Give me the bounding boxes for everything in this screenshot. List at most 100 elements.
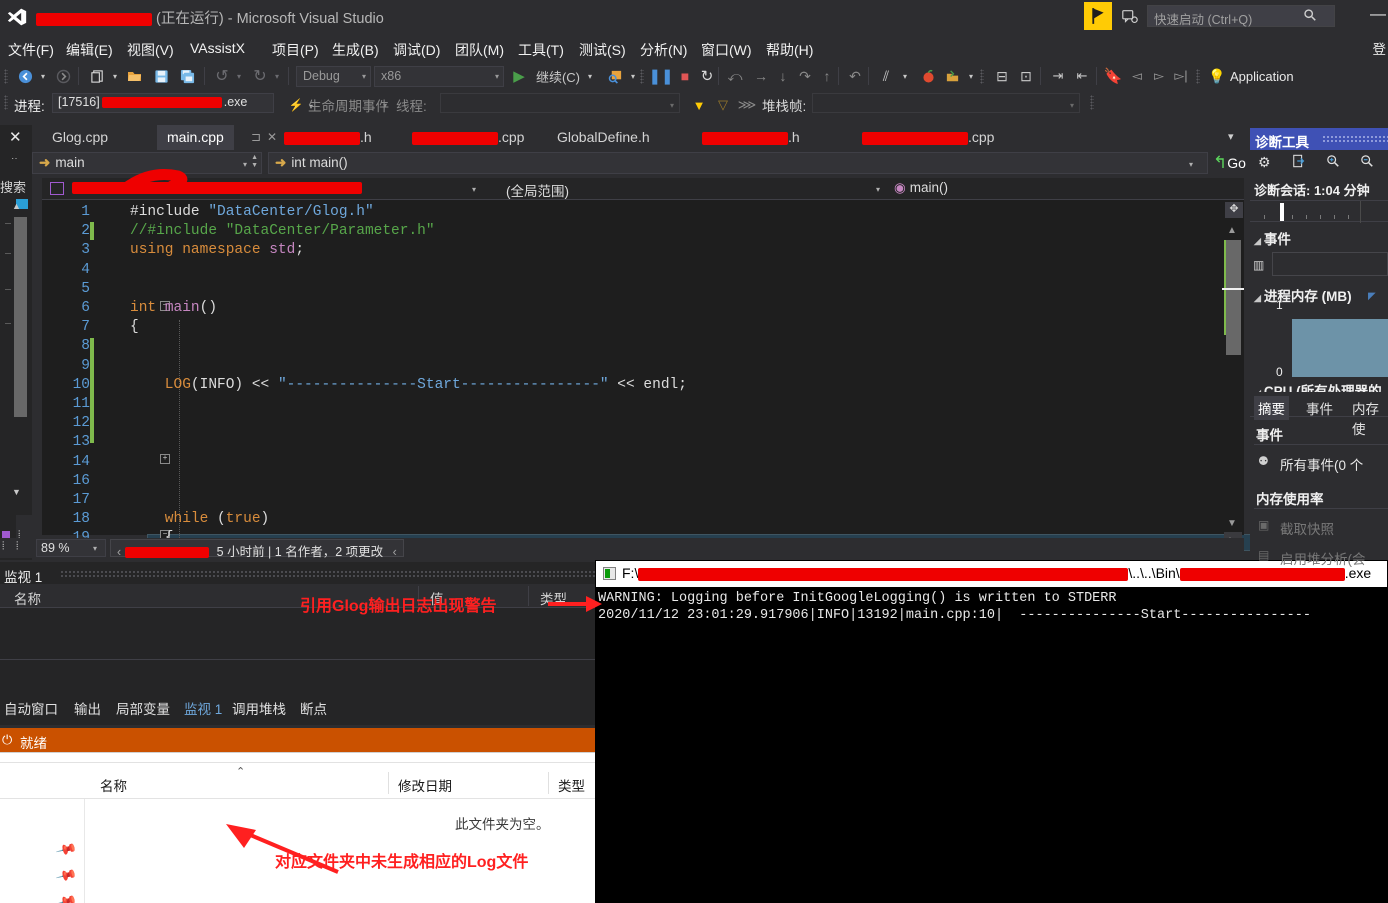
codelens-next-icon[interactable]: ‹ [393, 545, 397, 559]
debug-tab-0[interactable]: 自动窗口 [0, 697, 62, 719]
menu-item-1[interactable]: 编辑(E) [62, 38, 117, 62]
rail-scrollbar-thumb[interactable] [14, 217, 27, 417]
pin-icon[interactable]: 📌 [55, 890, 79, 903]
document-tab-4[interactable]: GlobalDefine.h [547, 125, 660, 150]
minimize-button[interactable]: — [1370, 10, 1386, 20]
menu-item-2[interactable]: 视图(V) [123, 38, 178, 62]
continue-dropdown-icon[interactable]: ▾ [585, 65, 595, 87]
scope-combo-right[interactable]: ➜int main() ▾ [268, 152, 1208, 174]
search-icon[interactable] [1303, 8, 1317, 25]
attach-dropdown-icon[interactable]: ▾ [628, 65, 638, 87]
code-line[interactable]: //#include "DataCenter/Parameter.h" [130, 223, 435, 239]
chevron-down-icon[interactable]: ▾ [876, 185, 880, 194]
document-tab-1[interactable]: main.cpp [157, 125, 234, 150]
document-tab-5[interactable]: .h [692, 125, 810, 150]
code-line[interactable]: using namespace std; [130, 242, 304, 258]
pin-tab-icon[interactable]: ⊐ [251, 130, 261, 144]
bookmark-icon[interactable]: 🔖 [1104, 65, 1122, 87]
toolbar-grip[interactable] [4, 95, 8, 110]
stop-debug-icon[interactable]: ■ [676, 65, 694, 87]
explorer-address-bar[interactable] [0, 753, 620, 763]
settings-gear-icon[interactable]: ⚙ [1258, 154, 1271, 171]
code-line[interactable]: LOG(INFO) << "---------------Start------… [130, 377, 687, 393]
menu-item-8[interactable]: 工具(T) [514, 38, 568, 62]
scroll-up-button[interactable]: ▲ [1227, 225, 1237, 236]
pin-icon[interactable]: ‥ [11, 151, 19, 162]
toolbar-grip[interactable] [4, 69, 8, 84]
chevron-down-icon[interactable]: ▾ [1070, 101, 1074, 110]
chevron-down-icon[interactable]: ▾ [93, 544, 97, 553]
menu-item-12[interactable]: 帮助(H) [762, 38, 817, 62]
console-window[interactable]: F:\\..\..\Bin\.exe WARNING: Logging befo… [595, 560, 1388, 903]
application-insights-label[interactable]: Application [1230, 65, 1350, 87]
code-line[interactable]: #include "DataCenter/Glog.h" [130, 204, 374, 220]
lightbulb-icon[interactable]: 💡 [1208, 65, 1226, 87]
toolbar-grip[interactable] [1090, 95, 1094, 110]
document-tab-6[interactable]: .cpp [852, 125, 1004, 150]
navigate-backward-icon[interactable] [14, 65, 36, 87]
scroll-down-button[interactable]: ▼ [12, 487, 28, 501]
column-divider[interactable] [388, 772, 389, 794]
save-all-icon[interactable] [176, 65, 198, 87]
explorer-column-1[interactable]: 修改日期 [398, 775, 452, 795]
step-up-icon[interactable]: ↑ [818, 65, 836, 87]
pin-icon[interactable]: 📌 [55, 864, 79, 887]
member-combo[interactable]: ◉main() [890, 179, 952, 198]
step-out-icon[interactable]: ↷ [796, 65, 814, 87]
timeline-cursor[interactable] [1280, 203, 1284, 221]
new-dropdown-icon[interactable]: ▾ [110, 65, 120, 87]
collapse-triangle-icon[interactable]: ◢ [1254, 388, 1261, 392]
attach-process-icon[interactable] [604, 65, 626, 87]
debug-tab-3[interactable]: 监视 1 [180, 697, 226, 719]
document-tab-3[interactable]: .cpp [402, 125, 534, 150]
continue-button[interactable]: 继续(C) [528, 65, 588, 87]
toggle-outlining-icon[interactable]: ⊡ [1016, 65, 1036, 87]
scroll-up-button[interactable]: ▲ [12, 201, 28, 215]
toggle-bookmark-icon[interactable]: ⊟ [992, 65, 1012, 87]
collapse-triangle-icon[interactable]: ◢ [1254, 293, 1261, 304]
debug-tab-4[interactable]: 调用堆栈 [228, 697, 290, 719]
diag-events-section-header[interactable]: ◢事件 [1254, 228, 1291, 248]
new-project-icon[interactable] [86, 65, 108, 87]
diagnostic-tab-1[interactable]: 事件 [1302, 396, 1337, 420]
chevron-down-icon[interactable]: ▾ [495, 72, 499, 81]
lifecycle-events-icon[interactable]: ⚡ [288, 94, 304, 116]
increase-indent-icon[interactable]: ⇥ [1048, 65, 1068, 87]
vassist-open-icon[interactable] [942, 65, 962, 87]
fold-expand-icon[interactable]: + [160, 454, 170, 464]
decrease-indent-icon[interactable]: ⇤ [1072, 65, 1092, 87]
debug-tab-1[interactable]: 输出 [70, 697, 105, 719]
chevron-down-icon[interactable]: ▾ [1189, 160, 1193, 169]
chevron-down-icon[interactable]: ▾ [243, 160, 247, 169]
diagnostic-item-0[interactable]: 所有事件(0 个 [1280, 454, 1363, 474]
thread-combo[interactable]: ▾ [440, 93, 680, 113]
scroll-down-button[interactable]: ▼ [1227, 518, 1237, 529]
stackframe-combo[interactable]: ▾ [812, 93, 1080, 113]
show-next-statement-icon[interactable]: ⤺ [726, 65, 744, 87]
menu-item-9[interactable]: 测试(S) [575, 38, 630, 62]
diag-cpu-section-header[interactable]: ◢CPU (所有处理器的 [1254, 380, 1388, 392]
process-combo[interactable]: [17516].exe ▾ [52, 93, 274, 113]
comment-dropdown-icon[interactable]: ▾ [900, 65, 910, 87]
diagnostic-item-2[interactable]: 启用堆分析(会 [1280, 548, 1366, 568]
document-tab-0[interactable]: Glog.cpp [42, 125, 118, 150]
save-icon[interactable] [150, 65, 172, 87]
open-file-icon[interactable] [124, 65, 146, 87]
vassist-dropdown-icon[interactable]: ▾ [966, 65, 976, 87]
diagnostic-tab-0[interactable]: 摘要 [1254, 396, 1289, 420]
menu-item-11[interactable]: 窗口(W) [697, 38, 756, 62]
explorer-column-0[interactable]: 名称 [100, 775, 127, 795]
solution-configuration-combo[interactable]: Debug▾ [296, 66, 371, 87]
diagnostic-tab-2[interactable]: 内存使 [1348, 396, 1388, 440]
prev-bookmark-icon[interactable]: ◅ [1128, 65, 1146, 87]
code-line[interactable]: { [130, 319, 139, 335]
toolbar-grip[interactable] [980, 69, 984, 84]
rail-bottom-icon[interactable]: ⦙ [2, 540, 4, 553]
debug-tab-5[interactable]: 断点 [296, 697, 331, 719]
menu-item-0[interactable]: 文件(F) [4, 38, 58, 62]
class-combo[interactable] [46, 179, 436, 198]
chevron-down-icon[interactable]: ▾ [670, 101, 674, 110]
filter-flag-outline-icon[interactable]: ▽ [714, 94, 732, 116]
back-dropdown-icon[interactable]: ▾ [38, 65, 48, 87]
zoom-in-icon[interactable] [1326, 154, 1340, 171]
